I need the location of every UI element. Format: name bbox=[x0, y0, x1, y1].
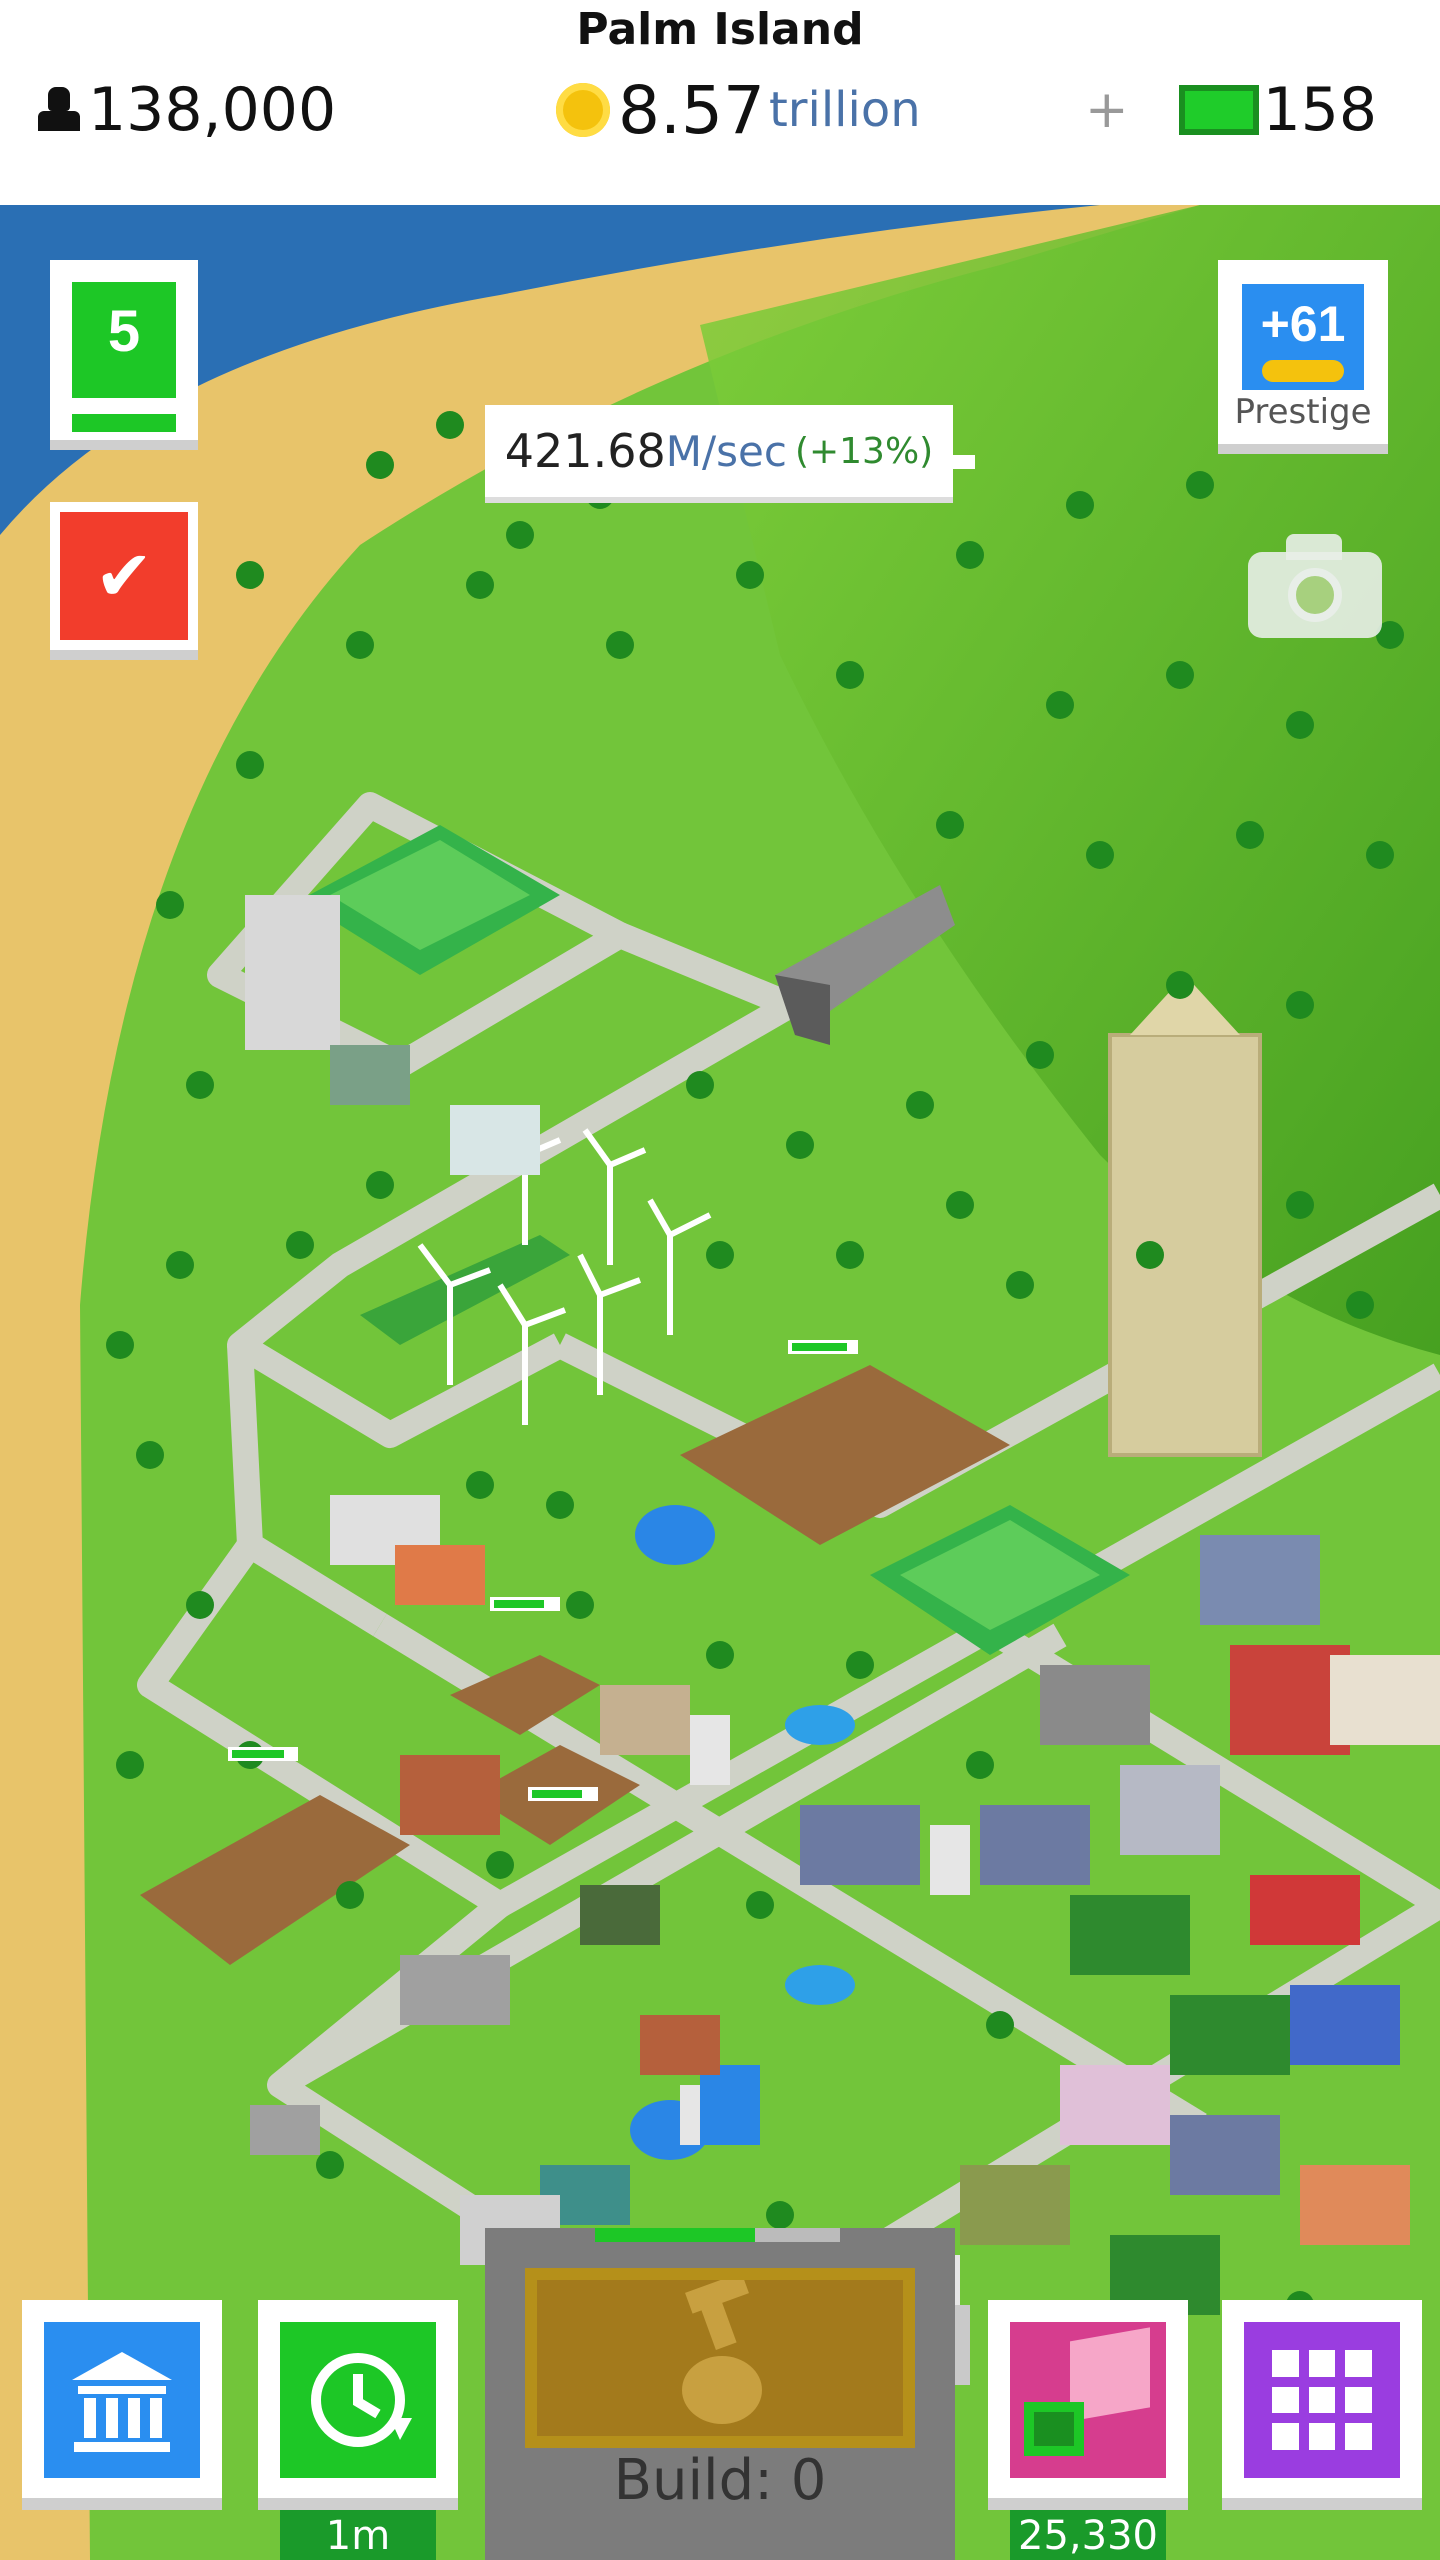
hammer-hand-icon bbox=[525, 2268, 915, 2448]
key-icon bbox=[1262, 360, 1344, 382]
money-counter: 8.57 trillion bbox=[556, 70, 921, 150]
piggy-bank-button[interactable]: 25,330 bbox=[988, 2300, 1188, 2560]
build-button[interactable]: Build: 0 bbox=[485, 2228, 955, 2560]
camera-button[interactable] bbox=[1248, 530, 1382, 638]
prestige-button[interactable]: +61 Prestige bbox=[1218, 260, 1388, 454]
cash-value: 158 bbox=[1262, 75, 1378, 145]
checklist-button[interactable]: ✔ bbox=[50, 502, 198, 660]
cash-bill-icon bbox=[1178, 85, 1259, 135]
city-map[interactable]: 421.68 M/sec (+13%) 5 ✔ +61 Prestige 1m … bbox=[0, 205, 1440, 2560]
income-value: 421.68 bbox=[504, 424, 666, 478]
clock-refresh-icon bbox=[280, 2322, 436, 2478]
population-value: 138,000 bbox=[88, 75, 337, 145]
person-icon bbox=[36, 87, 82, 133]
skyscraper bbox=[1108, 975, 1262, 1457]
grid-icon bbox=[1272, 2350, 1372, 2450]
water-tank bbox=[635, 1505, 715, 1565]
add-cash-button[interactable]: + bbox=[1085, 80, 1129, 140]
income-boost: (+13%) bbox=[794, 430, 934, 472]
build-label: Build: 0 bbox=[613, 2448, 827, 2513]
level-value: 5 bbox=[72, 282, 176, 410]
grid-icon-bg bbox=[1244, 2322, 1400, 2478]
level-badge-button[interactable]: 5 bbox=[50, 260, 198, 450]
menu-grid-button[interactable] bbox=[1222, 2300, 1422, 2510]
prestige-label: Prestige bbox=[1234, 392, 1372, 432]
city-name: Palm Island bbox=[576, 4, 864, 55]
piggy-bank-icon bbox=[1010, 2322, 1166, 2478]
piggy-bank-label: 25,330 bbox=[1010, 2510, 1166, 2560]
top-bar: Palm Island 138,000 8.57 trillion + 158 bbox=[0, 0, 1440, 205]
map-terrain bbox=[0, 205, 1440, 2560]
timer-boost-button[interactable]: 1m bbox=[258, 2300, 458, 2560]
money-unit: trillion bbox=[768, 82, 921, 138]
income-rate-panel: 421.68 M/sec (+13%) bbox=[485, 405, 953, 503]
income-unit: M/sec bbox=[665, 426, 787, 476]
build-progress-fill bbox=[595, 2228, 755, 2242]
bank-icon bbox=[44, 2322, 200, 2478]
population-counter: 138,000 bbox=[36, 70, 336, 150]
cash-counter[interactable]: + 158 bbox=[1085, 70, 1377, 150]
camera-lens bbox=[1288, 568, 1342, 622]
hotel-building bbox=[245, 895, 340, 1050]
checkmark-icon: ✔ bbox=[60, 512, 188, 640]
bank-button[interactable] bbox=[22, 2300, 222, 2510]
money-value: 8.57 bbox=[618, 71, 765, 149]
level-progress-bar bbox=[72, 398, 176, 432]
coin-icon bbox=[556, 83, 610, 137]
timer-label: 1m bbox=[280, 2510, 436, 2560]
